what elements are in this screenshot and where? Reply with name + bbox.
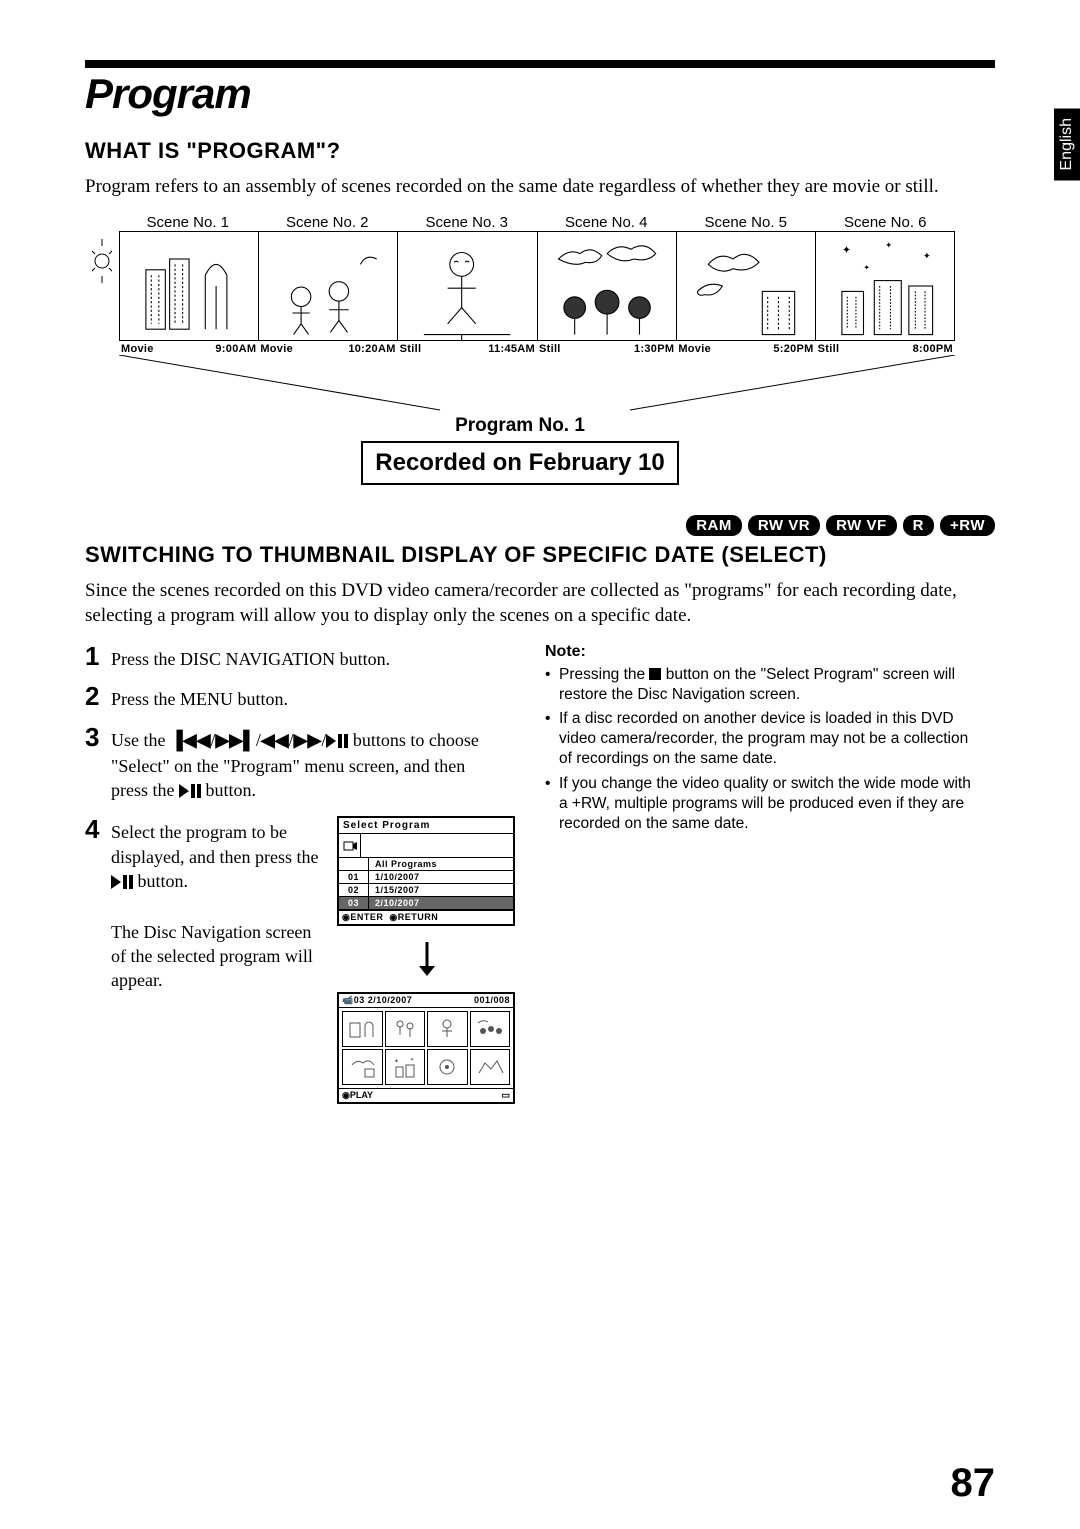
scene-thumbnail <box>677 232 816 340</box>
thumb-head-right: 001/008 <box>474 995 510 1006</box>
thumb-head-left: 📹03 2/10/2007 <box>342 995 412 1006</box>
tl-time: 5:20PM <box>773 343 813 355</box>
scene-label: Scene No. 1 <box>118 214 258 231</box>
svg-text:✦: ✦ <box>394 1058 399 1065</box>
all-programs-label: All Programs <box>369 858 513 870</box>
thumb-cell <box>385 1011 426 1047</box>
prev-skip-icon: ▐◀◀ <box>170 730 210 750</box>
tl-time: 10:20AM <box>348 343 395 355</box>
thumb-cell <box>427 1011 468 1047</box>
svg-text:✦: ✦ <box>885 240 893 250</box>
tl-type: Still <box>400 343 422 355</box>
program-number-label: Program No. 1 <box>350 415 690 437</box>
page-number: 87 <box>951 1461 996 1506</box>
timeline-row: Movie 9:00AM Movie 10:20AM Still 11:45AM St… <box>119 343 955 355</box>
note-item: If you change the video quality or switc… <box>545 774 975 834</box>
select-program-screen: Select Program All Programs 011/10/2007 … <box>337 816 515 926</box>
scene-label: Scene No. 3 <box>397 214 537 231</box>
scene-thumbnail <box>120 232 259 340</box>
badge-ram: RAM <box>686 515 742 536</box>
step1-text: Press the DISC NAVIGATION button. <box>111 643 390 671</box>
step-number: 3 <box>85 724 111 805</box>
step4-text: Select the program to be displayed, and … <box>111 816 321 1104</box>
language-tab: English <box>1054 108 1080 180</box>
page-title: Program <box>85 70 995 118</box>
note-list: Pressing the button on the "Select Progr… <box>545 665 975 834</box>
stop-icon <box>649 668 661 680</box>
movie-icon <box>339 834 361 857</box>
step-number: 2 <box>85 683 111 711</box>
thumb-cell <box>427 1049 468 1085</box>
tl-type: Movie <box>260 343 293 355</box>
note-item: If a disc recorded on another device is … <box>545 709 975 769</box>
badge-plusrw: +RW <box>940 515 995 536</box>
svg-text:✦: ✦ <box>923 251 931 262</box>
prog-date: 1/15/2007 <box>369 884 513 896</box>
rule-thick <box>85 60 995 68</box>
scene-label: Scene No. 5 <box>676 214 816 231</box>
prog-date: 1/10/2007 <box>369 871 513 883</box>
svg-text:✦: ✦ <box>863 262 870 271</box>
thumb-cell: ✦✦ <box>385 1049 426 1085</box>
section2-heading: SWITCHING TO THUMBNAIL DISPLAY OF SPECIF… <box>85 542 995 568</box>
section1-heading: WHAT IS "PROGRAM"? <box>85 138 995 164</box>
tl-type: Still <box>539 343 561 355</box>
step3-text: Use the ▐◀◀/▶▶▌/◀◀/▶▶/ buttons to choose… <box>111 724 505 805</box>
play-pause-icon <box>179 780 201 804</box>
step-number: 4 <box>85 816 111 1104</box>
prog-num: 02 <box>339 884 369 896</box>
next-skip-icon: ▶▶▌ <box>215 730 255 750</box>
prog-date: 2/10/2007 <box>369 897 513 909</box>
scene-thumbnail: ✦ ✦ ✦ ✦ <box>816 232 954 340</box>
screen-footer: ◉ENTER ◉RETURN <box>339 910 513 924</box>
scene-label: Scene No. 2 <box>258 214 398 231</box>
badge-rwvf: RW VF <box>826 515 897 536</box>
tl-type: Still <box>818 343 840 355</box>
badge-r: R <box>903 515 934 536</box>
scene-label: Scene No. 4 <box>537 214 677 231</box>
play-pause-icon <box>111 871 133 895</box>
rewind-icon: ◀◀ <box>261 730 289 750</box>
section2-body: Since the scenes recorded on this DVD vi… <box>85 578 995 629</box>
sun-icon <box>92 231 112 341</box>
badge-rwvr: RW VR <box>748 515 820 536</box>
thumb-cell <box>470 1011 511 1047</box>
thumb-foot-right: ▭ <box>501 1090 510 1101</box>
scene-label: Scene No. 6 <box>816 214 956 231</box>
svg-text:✦: ✦ <box>842 244 851 256</box>
play-pause-icon <box>326 730 348 754</box>
scene-labels-row: Scene No. 1 Scene No. 2 Scene No. 3 Scen… <box>118 214 955 231</box>
thumb-cell <box>470 1049 511 1085</box>
svg-text:✦: ✦ <box>410 1057 414 1063</box>
tl-time: 1:30PM <box>634 343 674 355</box>
note-heading: Note: <box>545 643 975 661</box>
fastfwd-icon: ▶▶ <box>294 730 322 750</box>
thumb-foot-left: ◉PLAY <box>342 1090 373 1101</box>
thumb-cell <box>342 1011 383 1047</box>
section1-body: Program refers to an assembly of scenes … <box>85 174 995 200</box>
tl-time: 8:00PM <box>913 343 953 355</box>
prog-num: 01 <box>339 871 369 883</box>
gather-lines <box>85 355 955 415</box>
step2-text: Press the MENU button. <box>111 683 288 711</box>
arrow-down-icon <box>337 942 517 982</box>
thumb-cell <box>342 1049 383 1085</box>
movie-icon: 📹 <box>342 995 354 1005</box>
scene-thumbnail <box>259 232 398 340</box>
step-number: 1 <box>85 643 111 671</box>
tl-time: 9:00AM <box>215 343 256 355</box>
recorded-date-box: Recorded on February 10 <box>361 441 678 485</box>
scene-thumbnail <box>398 232 537 340</box>
tl-type: Movie <box>121 343 154 355</box>
program-diagram: Scene No. 1 Scene No. 2 Scene No. 3 Scen… <box>85 214 955 485</box>
thumbnail-screen: 📹03 2/10/2007 001/008 ✦✦ <box>337 992 515 1104</box>
disc-format-badges: RAM RW VR RW VF R +RW <box>85 515 995 536</box>
tl-type: Movie <box>678 343 711 355</box>
screen-title: Select Program <box>339 818 513 834</box>
note-item: Pressing the button on the "Select Progr… <box>545 665 975 705</box>
scene-thumbnail <box>538 232 677 340</box>
prog-num: 03 <box>339 897 369 909</box>
tl-time: 11:45AM <box>488 343 535 355</box>
